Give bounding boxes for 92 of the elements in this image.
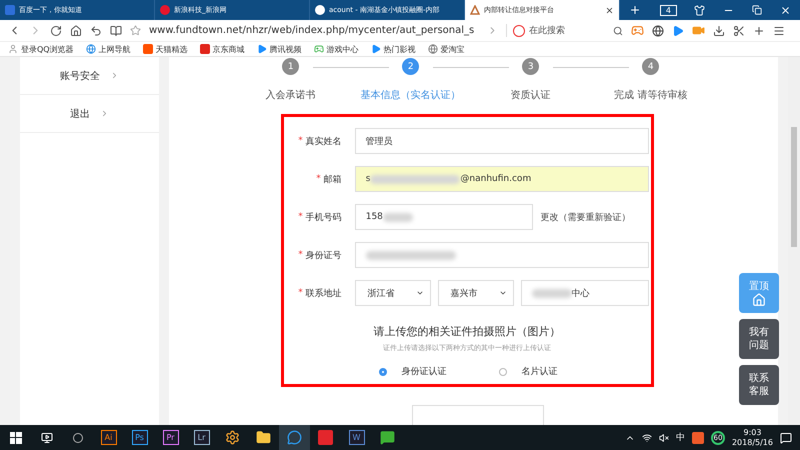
field-label: 真实姓名	[306, 136, 342, 148]
bookmark-link[interactable]: 上网导航	[98, 44, 131, 54]
bookmark-link[interactable]: 热门影视	[384, 44, 416, 54]
radio-icon[interactable]	[378, 368, 387, 376]
input-method[interactable]: 中	[676, 431, 685, 444]
bookmark-link[interactable]: 爱淘宝	[440, 44, 465, 54]
restore-icon[interactable]	[752, 5, 762, 15]
play-icon[interactable]	[672, 24, 684, 36]
province-select[interactable]: 浙江省	[354, 280, 431, 306]
gamepad-icon[interactable]	[631, 24, 644, 37]
step-number: 2	[402, 58, 420, 75]
radio-icon[interactable]	[498, 368, 507, 376]
shirt-icon[interactable]	[694, 4, 705, 16]
circle-icon[interactable]	[72, 432, 82, 442]
caret-icon	[498, 289, 507, 297]
upload-title: 请上传您的相关证件拍摄照片（图片）	[374, 324, 561, 339]
address-field[interactable]: www.fundtown.net/nhzr/web/index.php/mycenter/aut_personal_s	[149, 25, 479, 36]
plus-icon[interactable]	[753, 24, 765, 36]
play-icon	[370, 44, 381, 54]
search-field[interactable]: 在此搜索	[529, 24, 609, 37]
windows-logo-icon[interactable]	[10, 432, 22, 444]
step-number: 4	[642, 58, 660, 75]
app-icon[interactable]: W	[348, 430, 364, 445]
step-number: 3	[522, 58, 540, 75]
book-icon[interactable]	[110, 24, 122, 36]
new-tab-icon[interactable]	[629, 4, 641, 16]
task-view-icon[interactable]	[40, 432, 52, 444]
caret-icon	[416, 289, 424, 297]
search-engine-icon[interactable]	[513, 24, 525, 36]
required-mark: *	[298, 288, 303, 298]
bookmark-link[interactable]: 游戏中心	[326, 44, 359, 54]
reload-icon[interactable]	[50, 24, 62, 36]
triangle-icon	[470, 5, 480, 15]
globe-icon[interactable]	[652, 24, 664, 36]
chat-icon[interactable]	[380, 430, 395, 445]
step-label: 入会承诺书	[266, 88, 316, 102]
field-label: 身份证号	[306, 250, 342, 262]
input-field[interactable]	[354, 242, 649, 268]
required-mark: *	[316, 174, 321, 184]
radio-label[interactable]: 身份证认证	[402, 365, 447, 378]
sidebar-item[interactable]: 退出	[70, 106, 90, 120]
input-field[interactable]: 158	[354, 204, 533, 230]
app-icon[interactable]: Pr	[162, 430, 178, 445]
globe-icon	[86, 44, 96, 54]
wifi-icon[interactable]	[642, 432, 652, 442]
app-icon[interactable]: Ps	[132, 430, 148, 445]
home-icon	[752, 292, 766, 306]
bookmark-link[interactable]: 京东商城	[212, 44, 245, 54]
city-select[interactable]: 嘉兴市	[438, 280, 514, 306]
required-mark: *	[298, 212, 303, 222]
scissors-icon[interactable]	[733, 24, 745, 36]
step-label: 完成 请等待审核	[614, 88, 688, 102]
star-icon[interactable]	[130, 25, 141, 36]
bookmark-link[interactable]: 天猫精选	[156, 44, 188, 54]
muted-speaker-icon[interactable]	[658, 432, 669, 442]
play-icon	[256, 44, 267, 54]
float-button[interactable]: 联系客服	[739, 365, 780, 405]
required-mark: *	[298, 136, 303, 146]
radio-label[interactable]: 名片认证	[522, 365, 558, 378]
app-icon[interactable]: Ai	[100, 430, 116, 445]
download-icon[interactable]	[713, 24, 725, 36]
notification-icon[interactable]	[780, 432, 792, 444]
circle-icon	[315, 5, 325, 15]
globe-icon	[428, 44, 438, 54]
step-label: 资质认证	[510, 88, 551, 102]
float-button[interactable]: 我有问题	[739, 319, 780, 359]
field-label: 联系地址	[306, 288, 342, 300]
user-icon	[8, 44, 18, 54]
required-mark: *	[298, 250, 303, 260]
tab-count[interactable]: 4	[660, 4, 677, 16]
gear-icon[interactable]	[225, 430, 240, 445]
close-icon[interactable]	[780, 4, 791, 16]
clock[interactable]: 9:03 2018/5/16	[732, 428, 773, 448]
sidebar-item[interactable]: 账号安全	[60, 68, 100, 82]
folder-icon[interactable]	[256, 430, 271, 445]
app-icon[interactable]: Lr	[194, 430, 210, 445]
input-field[interactable]: 管理员	[354, 128, 649, 154]
gamepad-icon	[314, 44, 324, 54]
change-link[interactable]: 更改（需要重新验证）	[540, 210, 631, 224]
address-field[interactable]: 中心	[520, 280, 649, 306]
input-field[interactable]: s @nanhufin.com	[354, 166, 649, 192]
step-number: 1	[282, 58, 300, 75]
undo-icon[interactable]	[90, 24, 102, 36]
home-icon[interactable]	[70, 24, 82, 36]
step-label: 基本信息（实名认证）	[360, 88, 461, 102]
menu-icon[interactable]	[773, 24, 785, 36]
bookmark-link[interactable]: 登录QQ浏览器	[21, 44, 74, 54]
bookmark-link[interactable]: 腾讯视频	[270, 44, 302, 54]
search-icon[interactable]	[613, 26, 623, 36]
field-label: 手机号码	[306, 212, 342, 224]
field-label: 邮箱	[324, 174, 342, 186]
close-icon[interactable]	[605, 6, 614, 14]
